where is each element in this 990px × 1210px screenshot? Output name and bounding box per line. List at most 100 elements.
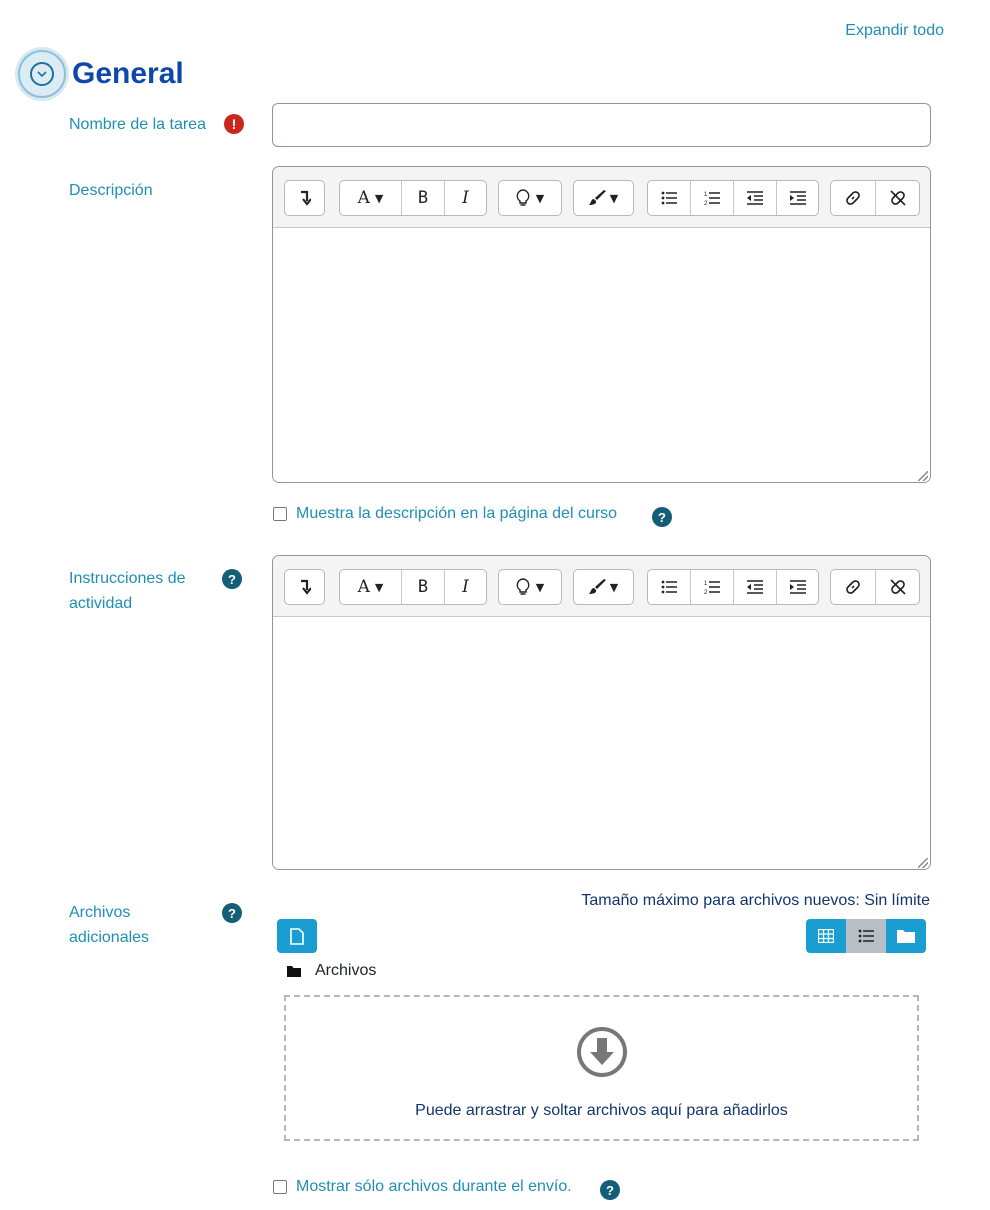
instructions-editor: A ▼ B I ▼ ▼ 12 [272,555,931,870]
lightbulb-button[interactable]: ▼ [499,181,561,215]
help-question-icon[interactable]: ? [222,569,242,589]
show-description-label: Muestra la descripción en la página del … [296,505,618,522]
link-icon [846,580,860,594]
section-title: General [72,57,184,90]
ordered-list-icon: 12 [704,581,720,595]
paint-brush-icon [588,579,606,594]
description-editor: A ▼ B I ▼ ▼ 12 [272,166,931,483]
file-dropzone[interactable]: Puede arrastrar y soltar archivos aquí p… [284,995,919,1141]
svg-text:2: 2 [704,201,708,206]
indent-button[interactable] [777,570,818,604]
required-exclamation-icon: ! [224,114,244,134]
italic-button[interactable]: I [445,181,486,215]
folder-icon [287,965,301,977]
additional-files-label-line1: Archivos [69,904,131,921]
unlink-button[interactable] [876,181,919,215]
view-tree-button[interactable] [886,919,926,953]
description-label: Descripción [69,182,153,199]
paint-brush-button[interactable]: ▼ [574,181,633,215]
svg-text:1: 1 [704,192,708,198]
lightbulb-icon [516,578,530,595]
unordered-list-icon [661,580,677,594]
outdent-icon [747,580,763,594]
show-description-row[interactable]: Muestra la descripción en la página del … [273,505,617,523]
chevron-down-icon [30,62,54,86]
toggle-toolbar-button[interactable] [285,181,324,215]
task-name-label: Nombre de la tarea [69,116,206,133]
bold-button[interactable]: B [402,181,445,215]
ordered-list-button[interactable]: 12 [691,181,734,215]
indent-icon [789,580,806,594]
link-button[interactable] [831,181,876,215]
resize-grip-icon[interactable] [918,858,928,868]
font-style-button[interactable]: A ▼ [340,181,402,215]
grid-icon [818,929,834,943]
folder-row[interactable]: Archivos [287,962,376,980]
font-style-button[interactable]: A ▼ [340,570,402,604]
caret-down-icon: ▼ [374,191,384,205]
description-toolbar: A ▼ B I ▼ ▼ 12 [273,167,930,228]
caret-down-icon: ▼ [535,580,545,594]
arrow-down-icon [300,579,311,595]
folder-icon [897,930,915,943]
collapse-toggle[interactable] [18,50,66,98]
task-name-input[interactable] [272,103,931,147]
font-letter: A [357,188,370,208]
view-icons-button[interactable] [806,919,846,953]
lightbulb-button[interactable]: ▼ [499,570,561,604]
only-files-checkbox[interactable] [273,1180,287,1194]
unordered-list-button[interactable] [648,570,691,604]
view-list-button[interactable] [846,919,886,953]
outdent-button[interactable] [734,181,777,215]
list-icon [858,929,874,943]
instructions-toolbar: A ▼ B I ▼ ▼ 12 [273,556,930,617]
folder-name: Archivos [315,962,377,979]
bold-button[interactable]: B [402,570,445,604]
unlink-icon [889,579,906,595]
toggle-toolbar-button[interactable] [285,570,324,604]
link-icon [846,191,860,205]
download-arrow-icon [577,1027,627,1077]
additional-files-label-line2: adicionales [69,929,150,946]
help-question-icon[interactable]: ? [600,1180,620,1200]
outdent-button[interactable] [734,570,777,604]
show-description-checkbox[interactable] [273,507,287,521]
general-section-header[interactable]: General [18,50,184,98]
ordered-list-button[interactable]: 12 [691,570,734,604]
help-question-icon[interactable]: ? [652,507,672,527]
indent-button[interactable] [777,181,818,215]
ordered-list-icon: 12 [704,192,720,206]
expand-all-link[interactable]: Expandir todo [845,22,944,40]
caret-down-icon: ▼ [535,191,545,205]
caret-down-icon: ▼ [609,191,619,205]
add-file-button[interactable] [277,919,317,953]
svg-text:2: 2 [704,590,708,595]
arrow-down-icon [300,190,311,206]
unlink-icon [889,190,906,206]
indent-icon [789,191,806,205]
max-file-size-text: Tamaño máximo para archivos nuevos: Sin … [581,892,930,909]
outdent-icon [747,191,763,205]
caret-down-icon: ▼ [374,580,384,594]
activity-instructions-label-line2: actividad [69,595,133,612]
unlink-button[interactable] [876,570,919,604]
paint-brush-button[interactable]: ▼ [574,570,633,604]
file-icon [290,927,304,945]
instructions-textarea[interactable] [273,617,930,869]
caret-down-icon: ▼ [609,580,619,594]
view-switcher [806,919,926,953]
paint-brush-icon [588,190,606,205]
dropzone-hint: Puede arrastrar y soltar archivos aquí p… [415,1102,788,1119]
assignment-settings-page: Expandir todo General Nombre de la tarea… [0,0,990,1210]
description-textarea[interactable] [273,228,930,482]
unordered-list-button[interactable] [648,181,691,215]
svg-text:1: 1 [704,581,708,587]
italic-button[interactable]: I [445,570,486,604]
unordered-list-icon [661,191,677,205]
resize-grip-icon[interactable] [918,471,928,481]
activity-instructions-label-line1: Instrucciones de [69,570,186,587]
lightbulb-icon [516,189,530,206]
only-files-row[interactable]: Mostrar sólo archivos durante el envío. [273,1178,572,1196]
link-button[interactable] [831,570,876,604]
help-question-icon[interactable]: ? [222,903,242,923]
